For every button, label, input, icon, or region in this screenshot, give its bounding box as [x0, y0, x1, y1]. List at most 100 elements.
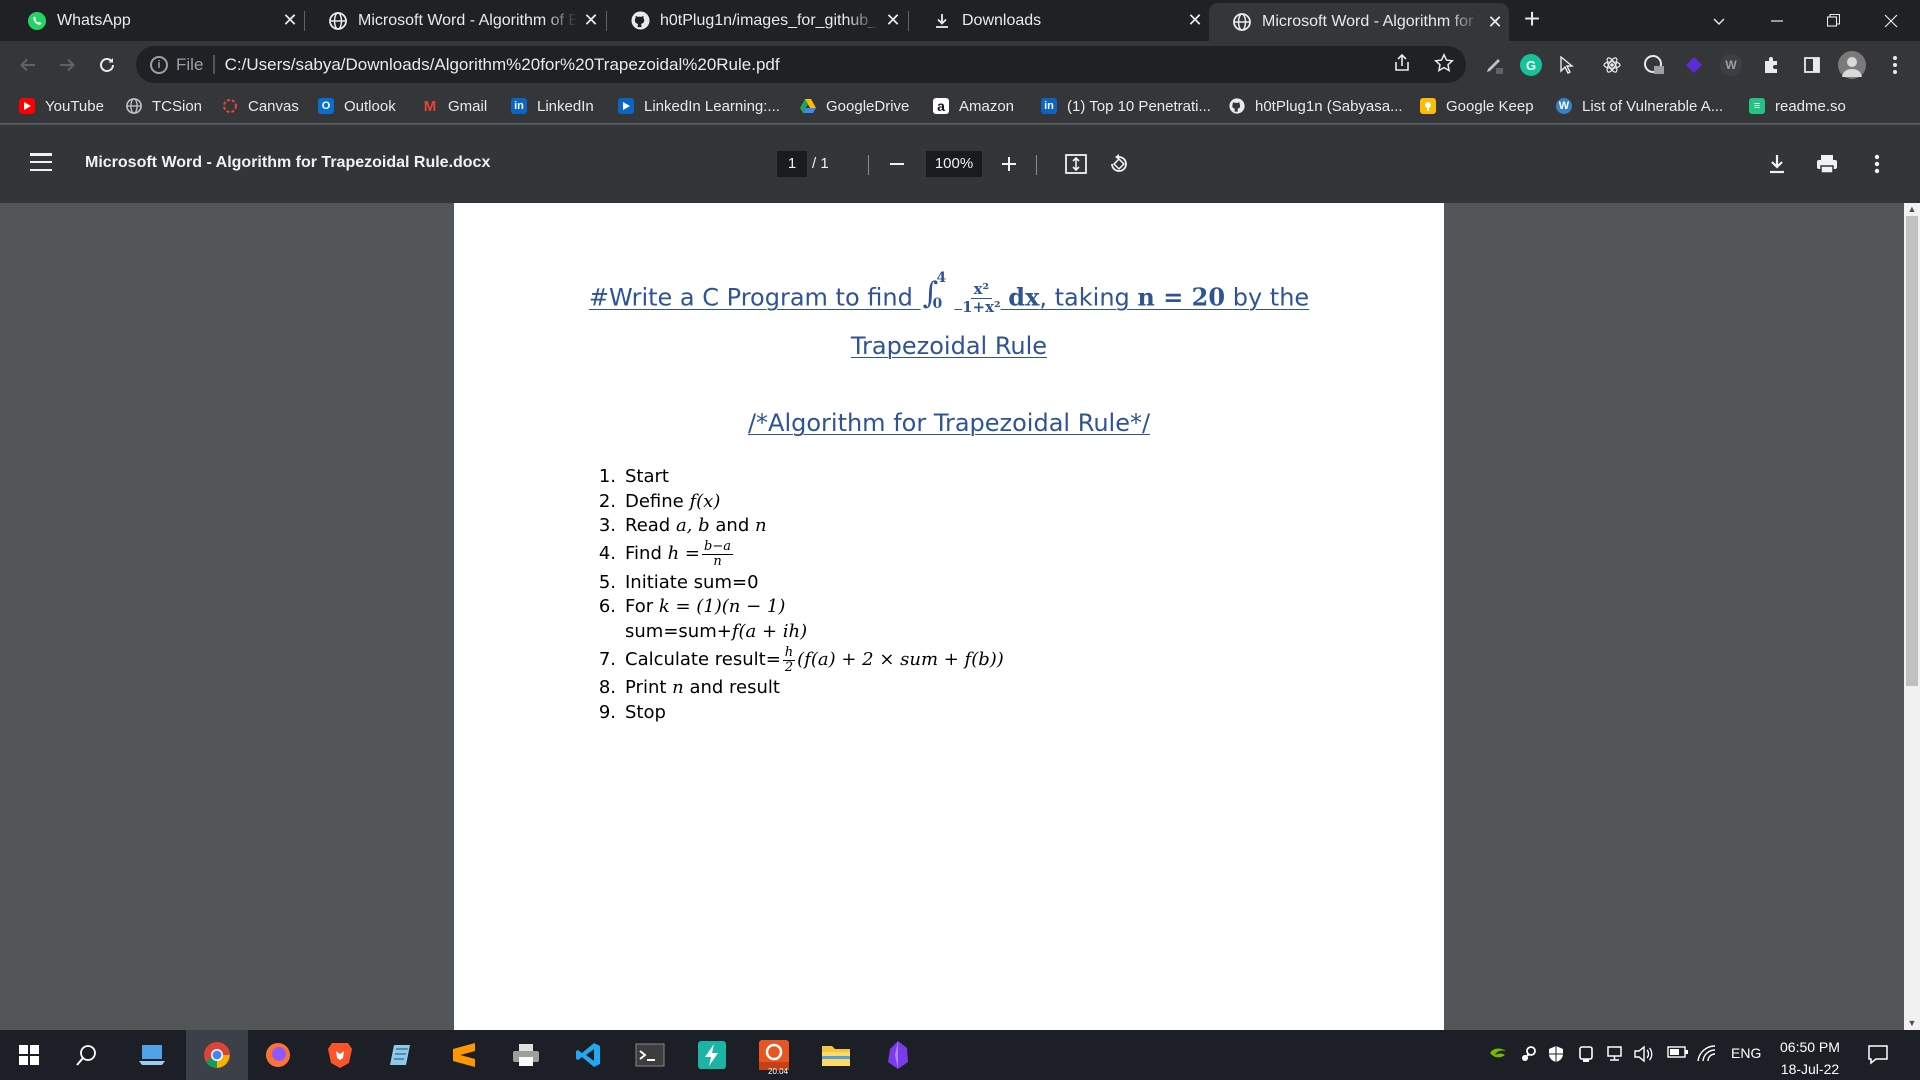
terminal-icon[interactable]: [621, 1030, 679, 1080]
address-url[interactable]: C:/Users/sabya/Downloads/Algorithm%20for…: [225, 55, 780, 75]
tab-word-trapezoidal[interactable]: Microsoft Word - Algorithm for Trapezoid…: [1209, 3, 1509, 41]
cursor-extension-icon[interactable]: [1556, 54, 1578, 76]
scroll-up-arrow-icon[interactable]: ▲: [1904, 203, 1920, 216]
battery-icon[interactable]: [1667, 1045, 1689, 1062]
info-icon[interactable]: i: [150, 55, 168, 74]
pdf-viewport[interactable]: #Write a C Program to find ∫ 4 0 x² 1+x²…: [0, 203, 1904, 1030]
bookmark-vulnerable-apps[interactable]: W List of Vulnerable A...: [1556, 88, 1723, 124]
list-item: 6. For k = (1)(n − 1): [594, 595, 1004, 620]
bookmark-googledrive[interactable]: GoogleDrive: [800, 88, 909, 124]
obsidian-icon[interactable]: [869, 1030, 927, 1080]
system-clock[interactable]: 06:50 PM 18-Jul-22: [1780, 1036, 1840, 1080]
tab-search-chevron-icon[interactable]: [1694, 0, 1744, 41]
profile-avatar[interactable]: [1838, 51, 1866, 79]
sublime-text-icon[interactable]: [435, 1030, 493, 1080]
browser-toolbar: i File | C:/Users/sabya/Downloads/Algori…: [0, 41, 1920, 88]
fraction-denominator: n: [713, 554, 722, 569]
close-icon[interactable]: ✕: [879, 10, 907, 31]
input-language-indicator[interactable]: ENG: [1731, 1045, 1761, 1061]
pdf-document-title: Microsoft Word - Algorithm for Trapezoid…: [85, 154, 491, 171]
bookmark-youtube[interactable]: YouTube: [19, 88, 104, 124]
nvidia-icon[interactable]: [1489, 1045, 1507, 1064]
close-icon[interactable]: ✕: [276, 10, 304, 31]
bookmark-linkedin[interactable]: in LinkedIn: [511, 88, 594, 124]
volume-icon[interactable]: [1633, 1045, 1653, 1066]
grammarly-icon[interactable]: G: [1520, 54, 1542, 76]
bookmark-github-profile[interactable]: h0tPlug1n (Sabyasa...: [1229, 88, 1403, 124]
download-icon[interactable]: [1762, 149, 1792, 179]
printer-icon[interactable]: [497, 1030, 555, 1080]
close-icon[interactable]: ✕: [577, 10, 605, 31]
bookmark-outlook[interactable]: O Outlook: [318, 88, 396, 124]
bookmarks-bar: YouTube TCSion Canvas O Outlook M Gmail …: [0, 88, 1920, 124]
menu-icon[interactable]: [30, 153, 52, 171]
bookmark-top10-penetration[interactable]: in (1) Top 10 Penetrati...: [1041, 88, 1211, 124]
zoom-in-button[interactable]: [994, 149, 1024, 179]
steam-icon[interactable]: [1519, 1045, 1537, 1066]
side-panel-icon[interactable]: [1801, 54, 1823, 76]
bookmark-canvas[interactable]: Canvas: [222, 88, 299, 124]
heading-dx: dx: [1008, 282, 1040, 312]
print-icon[interactable]: [1812, 149, 1842, 179]
scroll-down-arrow-icon[interactable]: ▼: [1904, 1017, 1920, 1030]
chrome-icon[interactable]: [186, 1030, 248, 1080]
file-explorer-icon[interactable]: [807, 1030, 865, 1080]
tab-word-bisection[interactable]: Microsoft Word - Algorithm of Bisection …: [305, 0, 605, 41]
close-window-button[interactable]: [1866, 0, 1916, 41]
zoom-level-input[interactable]: 100%: [926, 151, 982, 177]
address-bar[interactable]: i File | C:/Users/sabya/Downloads/Algori…: [136, 46, 1466, 83]
notification-center-icon[interactable]: [1867, 1043, 1889, 1068]
tab-github-images[interactable]: h0tPlug1n/images_for_github_readme ✕: [607, 0, 907, 41]
wifi-icon[interactable]: [1697, 1045, 1717, 1066]
wappalyzer-extension-icon[interactable]: [1643, 54, 1665, 76]
notepad-icon[interactable]: [373, 1030, 431, 1080]
back-button[interactable]: [12, 49, 44, 81]
tab-whatsapp[interactable]: WhatsApp ✕: [4, 0, 304, 41]
pen-extension-icon[interactable]: [1483, 54, 1505, 76]
list-item: 4. Find h = b−a n: [594, 539, 1004, 571]
bookmark-label: Outlook: [344, 97, 396, 115]
bookmark-google-keep[interactable]: Google Keep: [1420, 88, 1534, 124]
laptop-icon[interactable]: [124, 1030, 182, 1080]
ubuntu-icon[interactable]: 20.04: [745, 1030, 803, 1080]
minimize-button[interactable]: [1752, 0, 1802, 41]
rotate-icon[interactable]: [1104, 149, 1134, 179]
share-icon[interactable]: [1392, 53, 1412, 78]
forward-button[interactable]: [51, 49, 83, 81]
reload-button[interactable]: [91, 49, 123, 81]
network-icon[interactable]: [1607, 1045, 1625, 1066]
firefox-icon[interactable]: [249, 1030, 307, 1080]
bookmark-amazon[interactable]: a Amazon: [933, 88, 1014, 124]
scrollbar-thumb[interactable]: [1906, 216, 1918, 686]
page-number-input[interactable]: 1: [777, 151, 807, 177]
search-icon[interactable]: [58, 1030, 116, 1080]
close-icon[interactable]: ✕: [1181, 10, 1209, 31]
device-icon[interactable]: [1577, 1045, 1595, 1066]
lightning-app-icon[interactable]: [683, 1030, 741, 1080]
list-item: 3. Read a, b and n: [594, 514, 1004, 539]
new-tab-button[interactable]: +: [1518, 5, 1546, 34]
more-options-icon[interactable]: [1862, 149, 1892, 179]
bookmark-tcsion[interactable]: TCSion: [126, 88, 202, 124]
browser-menu-icon[interactable]: [1884, 54, 1906, 76]
step-math: f(x): [689, 490, 721, 512]
restore-button[interactable]: [1808, 0, 1858, 41]
brave-icon[interactable]: [311, 1030, 369, 1080]
bookmark-gmail[interactable]: M Gmail: [422, 88, 487, 124]
tab-downloads[interactable]: Downloads ✕: [909, 0, 1209, 41]
step-fraction: b−a n: [702, 540, 733, 569]
extensions-puzzle-icon[interactable]: [1760, 54, 1782, 76]
react-devtools-icon[interactable]: [1601, 54, 1623, 76]
shield-icon[interactable]: [1547, 1045, 1565, 1066]
bookmark-readme-so[interactable]: ≡ readme.so: [1749, 88, 1846, 124]
bookmark-star-icon[interactable]: [1434, 53, 1454, 78]
windows-start-icon[interactable]: [0, 1030, 58, 1080]
vscode-icon[interactable]: [559, 1030, 617, 1080]
zoom-out-button[interactable]: [882, 149, 912, 179]
document-heading-line2: Trapezoidal Rule: [850, 332, 1048, 360]
fit-to-page-icon[interactable]: [1061, 149, 1091, 179]
close-icon[interactable]: ✕: [1481, 12, 1509, 33]
bookmark-linkedin-learning[interactable]: LinkedIn Learning:...: [618, 88, 780, 124]
diamond-extension-icon[interactable]: [1683, 54, 1705, 76]
wordpress-extension-icon[interactable]: W: [1720, 54, 1742, 76]
